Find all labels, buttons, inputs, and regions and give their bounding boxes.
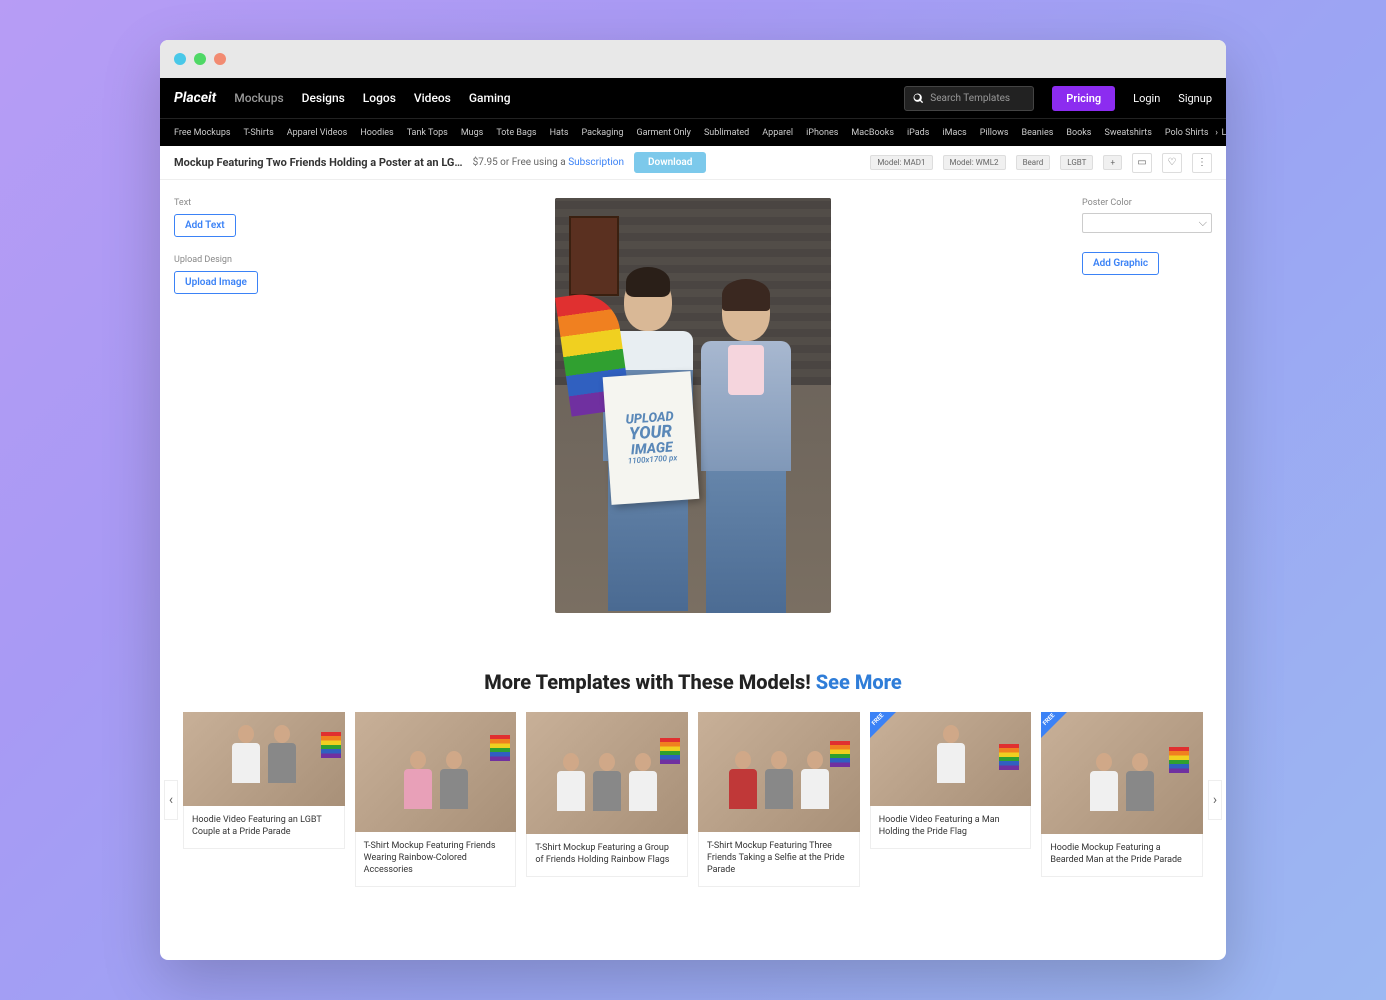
carousel-prev-button[interactable]: ‹ [164, 780, 178, 820]
template-card[interactable]: T-Shirt Mockup Featuring Friends Wearing… [355, 712, 517, 887]
favorite-icon[interactable]: ♡ [1162, 153, 1182, 173]
cat-item[interactable]: Polo Shirts [1165, 128, 1209, 138]
poster-color-select[interactable] [1082, 213, 1212, 233]
cat-item[interactable]: Books [1066, 128, 1091, 138]
category-bar: Free Mockups T-Shirts Apparel Videos Hoo… [160, 118, 1226, 146]
cat-item[interactable]: Mugs [461, 128, 484, 138]
template-card[interactable]: Hoodie Video Featuring an LGBT Couple at… [183, 712, 345, 887]
save-icon[interactable]: ▭ [1132, 153, 1152, 173]
nav-designs[interactable]: Designs [302, 91, 345, 105]
add-graphic-button[interactable]: Add Graphic [1082, 252, 1159, 275]
right-panel: Poster Color Add Graphic [1082, 198, 1212, 630]
window-close-dot[interactable] [174, 53, 186, 65]
left-panel: Text Add Text Upload Design Upload Image [174, 198, 304, 630]
logo[interactable]: Placeit [174, 90, 216, 106]
cat-item[interactable]: Apparel [762, 128, 793, 138]
upload-label: Upload Design [174, 255, 304, 265]
search-icon [913, 93, 924, 104]
more-title: More Templates with These Models! [484, 670, 816, 694]
text-label: Text [174, 198, 304, 208]
cat-item[interactable]: Tank Tops [407, 128, 448, 138]
cat-item[interactable]: Packaging [581, 128, 623, 138]
card-thumbnail [183, 712, 345, 806]
add-text-button[interactable]: Add Text [174, 214, 236, 237]
card-caption: T-Shirt Mockup Featuring Friends Wearing… [355, 832, 517, 887]
cat-item[interactable]: Tote Bags [496, 128, 536, 138]
nav-gaming[interactable]: Gaming [469, 91, 511, 105]
nav-videos[interactable]: Videos [414, 91, 451, 105]
mockup-title: Mockup Featuring Two Friends Holding a P… [174, 156, 463, 169]
topbar: Placeit Mockups Designs Logos Videos Gam… [160, 78, 1226, 118]
tag-item[interactable]: LGBT [1060, 155, 1093, 170]
login-link[interactable]: Login [1133, 92, 1160, 105]
search-placeholder: Search Templates [930, 93, 1010, 104]
cat-item[interactable]: Garment Only [636, 128, 691, 138]
window-min-dot[interactable] [194, 53, 206, 65]
share-icon[interactable]: ⋮ [1192, 153, 1212, 173]
cat-item[interactable]: MacBooks [851, 128, 894, 138]
see-more-link[interactable]: See More [816, 670, 902, 694]
cat-item[interactable]: Long Sleeve Tees [1222, 128, 1227, 138]
card-caption: Hoodie Mockup Featuring a Bearded Man at… [1041, 834, 1203, 877]
info-bar: Mockup Featuring Two Friends Holding a P… [160, 146, 1226, 180]
tag-more[interactable]: + [1103, 155, 1122, 170]
app-window: Placeit Mockups Designs Logos Videos Gam… [160, 40, 1226, 960]
titlebar [160, 40, 1226, 78]
card-thumbnail [698, 712, 860, 832]
card-thumbnail [526, 712, 688, 834]
preview-panel: UPLOAD YOUR IMAGE 1100x1700 px [324, 198, 1062, 630]
template-card[interactable]: T-Shirt Mockup Featuring Three Friends T… [698, 712, 860, 887]
cat-item[interactable]: Hats [550, 128, 569, 138]
template-card[interactable]: Hoodie Video Featuring a Man Holding the… [870, 712, 1032, 887]
template-card[interactable]: Hoodie Mockup Featuring a Bearded Man at… [1041, 712, 1203, 887]
more-templates-header: More Templates with These Models! See Mo… [160, 660, 1226, 712]
cat-item[interactable]: iPads [907, 128, 929, 138]
card-thumbnail [870, 712, 1032, 806]
mockup-preview[interactable]: UPLOAD YOUR IMAGE 1100x1700 px [555, 198, 831, 613]
card-thumbnail [1041, 712, 1203, 834]
cat-item[interactable]: Apparel Videos [287, 128, 348, 138]
model-female [686, 283, 806, 613]
tag-item[interactable]: Model: WML2 [943, 155, 1006, 170]
price-label: $7.95 or Free using a Subscription [473, 157, 624, 168]
template-card[interactable]: T-Shirt Mockup Featuring a Group of Frie… [526, 712, 688, 887]
poster-placeholder[interactable]: UPLOAD YOUR IMAGE 1100x1700 px [603, 371, 700, 505]
cat-item[interactable]: Free Mockups [174, 128, 231, 138]
download-button[interactable]: Download [634, 152, 706, 173]
carousel-next-button[interactable]: › [1208, 780, 1222, 820]
pricing-button[interactable]: Pricing [1052, 86, 1115, 111]
window-max-dot[interactable] [214, 53, 226, 65]
tag-item[interactable]: Model: MAD1 [870, 155, 932, 170]
upload-image-button[interactable]: Upload Image [174, 271, 258, 294]
nav-logos[interactable]: Logos [363, 91, 396, 105]
cat-item[interactable]: iMacs [942, 128, 966, 138]
cat-item[interactable]: Beanies [1022, 128, 1054, 138]
cat-item[interactable]: Sublimated [704, 128, 749, 138]
templates-carousel: ‹ Hoodie Video Featuring an LGBT Couple … [160, 712, 1226, 917]
tag-item[interactable]: Beard [1016, 155, 1051, 170]
card-caption: T-Shirt Mockup Featuring Three Friends T… [698, 832, 860, 887]
editor-area: Text Add Text Upload Design Upload Image [160, 180, 1226, 660]
card-caption: Hoodie Video Featuring an LGBT Couple at… [183, 806, 345, 849]
signup-link[interactable]: Signup [1178, 92, 1212, 105]
cat-item[interactable]: iPhones [806, 128, 838, 138]
subscription-link[interactable]: Subscription [568, 157, 624, 168]
cat-scroll-right-icon[interactable]: › [1211, 128, 1222, 138]
nav-mockups[interactable]: Mockups [234, 91, 283, 105]
cat-item[interactable]: Pillows [980, 128, 1009, 138]
poster-color-label: Poster Color [1082, 198, 1212, 208]
search-input[interactable]: Search Templates [904, 86, 1034, 111]
cat-item[interactable]: Hoodies [360, 128, 393, 138]
card-caption: T-Shirt Mockup Featuring a Group of Frie… [526, 834, 688, 877]
cat-item[interactable]: Sweatshirts [1104, 128, 1151, 138]
card-caption: Hoodie Video Featuring a Man Holding the… [870, 806, 1032, 849]
cat-item[interactable]: T-Shirts [244, 128, 274, 138]
card-thumbnail [355, 712, 517, 832]
